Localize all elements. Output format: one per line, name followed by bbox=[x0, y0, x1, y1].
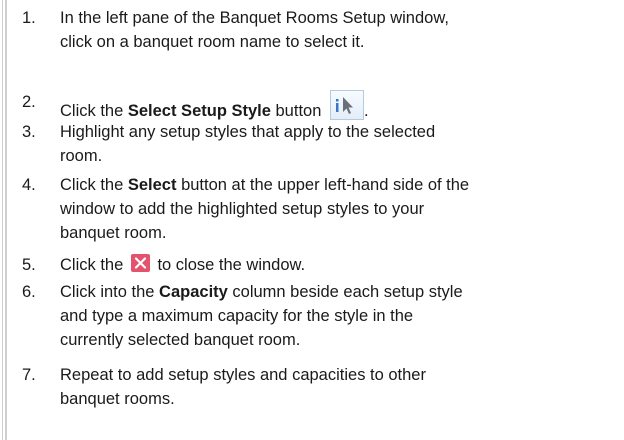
step-number: 2. bbox=[22, 93, 36, 111]
step-text: Repeat to add setup styles and capacitie… bbox=[60, 363, 616, 411]
step-number: 1. bbox=[22, 9, 36, 27]
step-text-post: button at the upper left-hand side of th… bbox=[176, 176, 470, 194]
step-text-end: . bbox=[363, 102, 369, 120]
step-text-pre: Click into the bbox=[60, 283, 160, 301]
step-line: window to add the highlighted setup styl… bbox=[60, 200, 425, 218]
step-line: Click into the Capacity column beside ea… bbox=[60, 280, 616, 304]
step-line: and type a maximum capacity for the styl… bbox=[60, 307, 414, 325]
step-text: In the left pane of the Banquet Rooms Se… bbox=[60, 6, 616, 54]
step-text-post: column beside each setup style bbox=[227, 283, 463, 301]
step-number: 4. bbox=[22, 176, 36, 194]
step-number: 6. bbox=[22, 283, 36, 301]
step-line: banquet rooms. bbox=[60, 390, 175, 408]
step-line: banquet room. bbox=[60, 224, 167, 242]
step-text: Click the to close the window. bbox=[60, 253, 616, 277]
step-text: Click the Select button at the upper lef… bbox=[60, 173, 616, 245]
step-line: room. bbox=[60, 147, 103, 165]
capacity-label: Capacity bbox=[159, 283, 228, 301]
step-line: currently selected banquet room. bbox=[60, 331, 301, 349]
instruction-list: 1. In the left pane of the Banquet Rooms… bbox=[0, 0, 624, 440]
step-line: Highlight any setup styles that apply to… bbox=[60, 123, 436, 141]
step-number: 3. bbox=[22, 123, 36, 141]
step-text: Click the Select Setup Style button . bbox=[60, 90, 616, 123]
step-line: In the left pane of the Banquet Rooms Se… bbox=[60, 9, 449, 27]
step-line: Repeat to add setup styles and capacitie… bbox=[60, 366, 426, 384]
select-label: Select bbox=[127, 176, 177, 194]
step-text: Click into the Capacity column beside ea… bbox=[60, 280, 616, 352]
step-text-post: to close the window. bbox=[152, 256, 306, 274]
select-setup-style-label: Select Setup Style bbox=[127, 102, 271, 120]
select-setup-style-icon bbox=[329, 90, 364, 120]
step-text-pre: Click the bbox=[60, 176, 128, 194]
step-text-pre: Click the bbox=[60, 256, 128, 274]
step-number: 5. bbox=[22, 256, 36, 274]
step-line: Click the Select button at the upper lef… bbox=[60, 173, 616, 197]
step-text: Highlight any setup styles that apply to… bbox=[60, 120, 616, 168]
step-number: 7. bbox=[22, 366, 36, 384]
close-icon bbox=[130, 254, 150, 272]
step-text-pre: Click the bbox=[60, 102, 128, 120]
step-text-post: button bbox=[270, 102, 322, 120]
step-line: click on a banquet room name to select i… bbox=[60, 33, 365, 51]
